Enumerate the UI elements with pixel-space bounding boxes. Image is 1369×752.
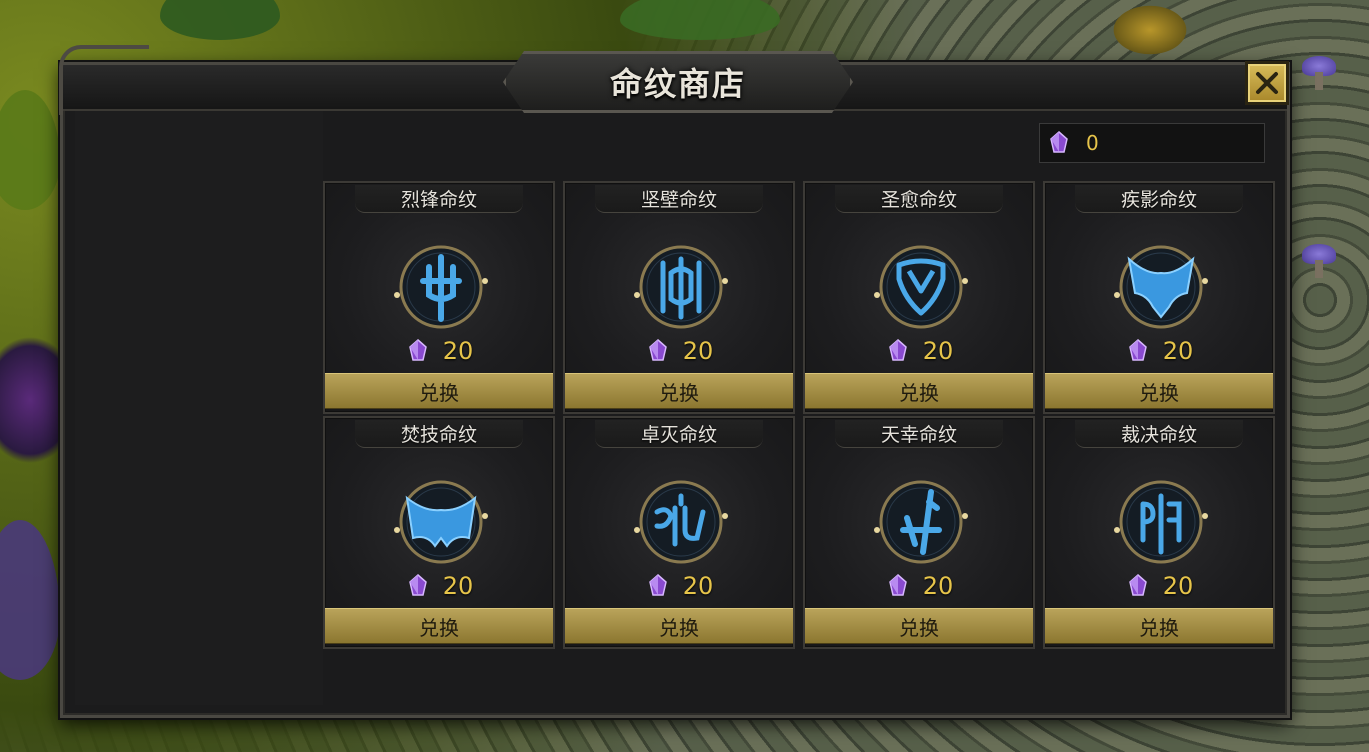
rune-arrow-icon [874,480,968,564]
purple-crystal-icon [888,339,907,361]
rune-card: 焚技命纹 20 兑换 [323,416,555,649]
rune-card: 裁决命纹 20 兑换 [1043,416,1275,649]
exchange-button[interactable]: 兑换 [805,608,1033,644]
exchange-button-label: 兑换 [1139,380,1179,405]
background-foliage [620,0,780,40]
price-row: 20 [325,568,553,604]
rune-name: 坚壁命纹 [640,189,717,211]
rune-card: 圣愈命纹 20 兑换 [803,181,1035,414]
card-name-plate: 天幸命纹 [835,420,1003,448]
price-row: 20 [565,568,793,604]
purple-crystal-icon [1128,574,1147,596]
rune-name: 裁决命纹 [1120,424,1197,446]
exchange-button-label: 兑换 [659,380,699,405]
rune-price: 20 [1162,572,1194,600]
exchange-button[interactable]: 兑换 [565,608,793,644]
purple-crystal-icon [1050,131,1068,153]
rune-price: 20 [922,572,954,600]
rune-crown-icon [394,480,488,564]
background-mushroom [1302,56,1336,90]
exchange-button[interactable]: 兑换 [325,608,553,644]
purple-crystal-icon [1128,339,1147,361]
exchange-button-label: 兑换 [899,380,939,405]
exchange-button-label: 兑换 [419,615,459,640]
card-name-plate: 卓灭命纹 [595,420,763,448]
exchange-button[interactable]: 兑换 [325,373,553,409]
rune-card: 卓灭命纹 20 兑换 [563,416,795,649]
rune-name: 圣愈命纹 [880,189,957,211]
background-foliage [0,520,60,680]
rune-name: 焚技命纹 [400,424,477,446]
rune-price: 20 [442,337,474,365]
rune-card: 烈锋命纹 20 兑换 [323,181,555,414]
rune-trident-icon [394,245,488,329]
purple-crystal-icon [888,574,907,596]
exchange-button[interactable]: 兑换 [1045,608,1273,644]
close-button[interactable] [1245,61,1289,105]
rune-shop-window: 命纹商店 0 烈锋命纹 20 兑换 坚壁命纹 20 兑换 圣愈命纹 20 兑换 … [59,45,1290,718]
rune-name: 烈锋命纹 [400,189,477,211]
price-row: 20 [565,333,793,369]
rune-glyph-icon [634,480,728,564]
exchange-button-label: 兑换 [419,380,459,405]
purple-crystal-icon [408,574,427,596]
title-plate: 命纹商店 [503,51,853,113]
rune-price: 20 [1162,337,1194,365]
purple-crystal-icon [648,574,667,596]
card-name-plate: 疾影命纹 [1075,185,1243,213]
price-row: 20 [1045,333,1273,369]
rune-name: 天幸命纹 [880,424,957,446]
currency-display: 0 [1039,123,1265,163]
price-row: 20 [325,333,553,369]
rune-price: 20 [682,572,714,600]
exchange-button[interactable]: 兑换 [1045,373,1273,409]
left-empty-panel [75,111,323,705]
purple-crystal-icon [648,339,667,361]
rune-price: 20 [922,337,954,365]
exchange-button[interactable]: 兑换 [565,373,793,409]
rune-price: 20 [682,337,714,365]
background-foliage [160,0,280,40]
rune-name: 卓灭命纹 [640,424,717,446]
rune-shield-icon [634,245,728,329]
exchange-button[interactable]: 兑换 [805,373,1033,409]
rune-judge-icon [1114,480,1208,564]
exchange-button-label: 兑换 [899,615,939,640]
background-mushroom [1302,244,1336,278]
background-foliage [0,90,60,210]
purple-crystal-icon [408,339,427,361]
price-row: 20 [805,333,1033,369]
card-name-plate: 烈锋命纹 [355,185,523,213]
exchange-button-label: 兑换 [1139,615,1179,640]
corner-ornament [59,45,149,115]
rune-card: 天幸命纹 20 兑换 [803,416,1035,649]
price-row: 20 [1045,568,1273,604]
rune-wings-icon [1114,245,1208,329]
currency-amount: 0 [1086,131,1099,155]
exchange-button-label: 兑换 [659,615,699,640]
rune-name: 疾影命纹 [1120,189,1197,211]
rune-price: 20 [442,572,474,600]
rune-heart-icon [874,245,968,329]
card-name-plate: 坚壁命纹 [595,185,763,213]
rune-card-grid: 烈锋命纹 20 兑换 坚壁命纹 20 兑换 圣愈命纹 20 兑换 疾影命纹 20… [323,181,1275,649]
card-name-plate: 焚技命纹 [355,420,523,448]
close-x-icon [1256,72,1278,94]
card-name-plate: 圣愈命纹 [835,185,1003,213]
window-title: 命纹商店 [609,65,746,103]
rune-card: 坚壁命纹 20 兑换 [563,181,795,414]
rune-card: 疾影命纹 20 兑换 [1043,181,1275,414]
card-name-plate: 裁决命纹 [1075,420,1243,448]
price-row: 20 [805,568,1033,604]
